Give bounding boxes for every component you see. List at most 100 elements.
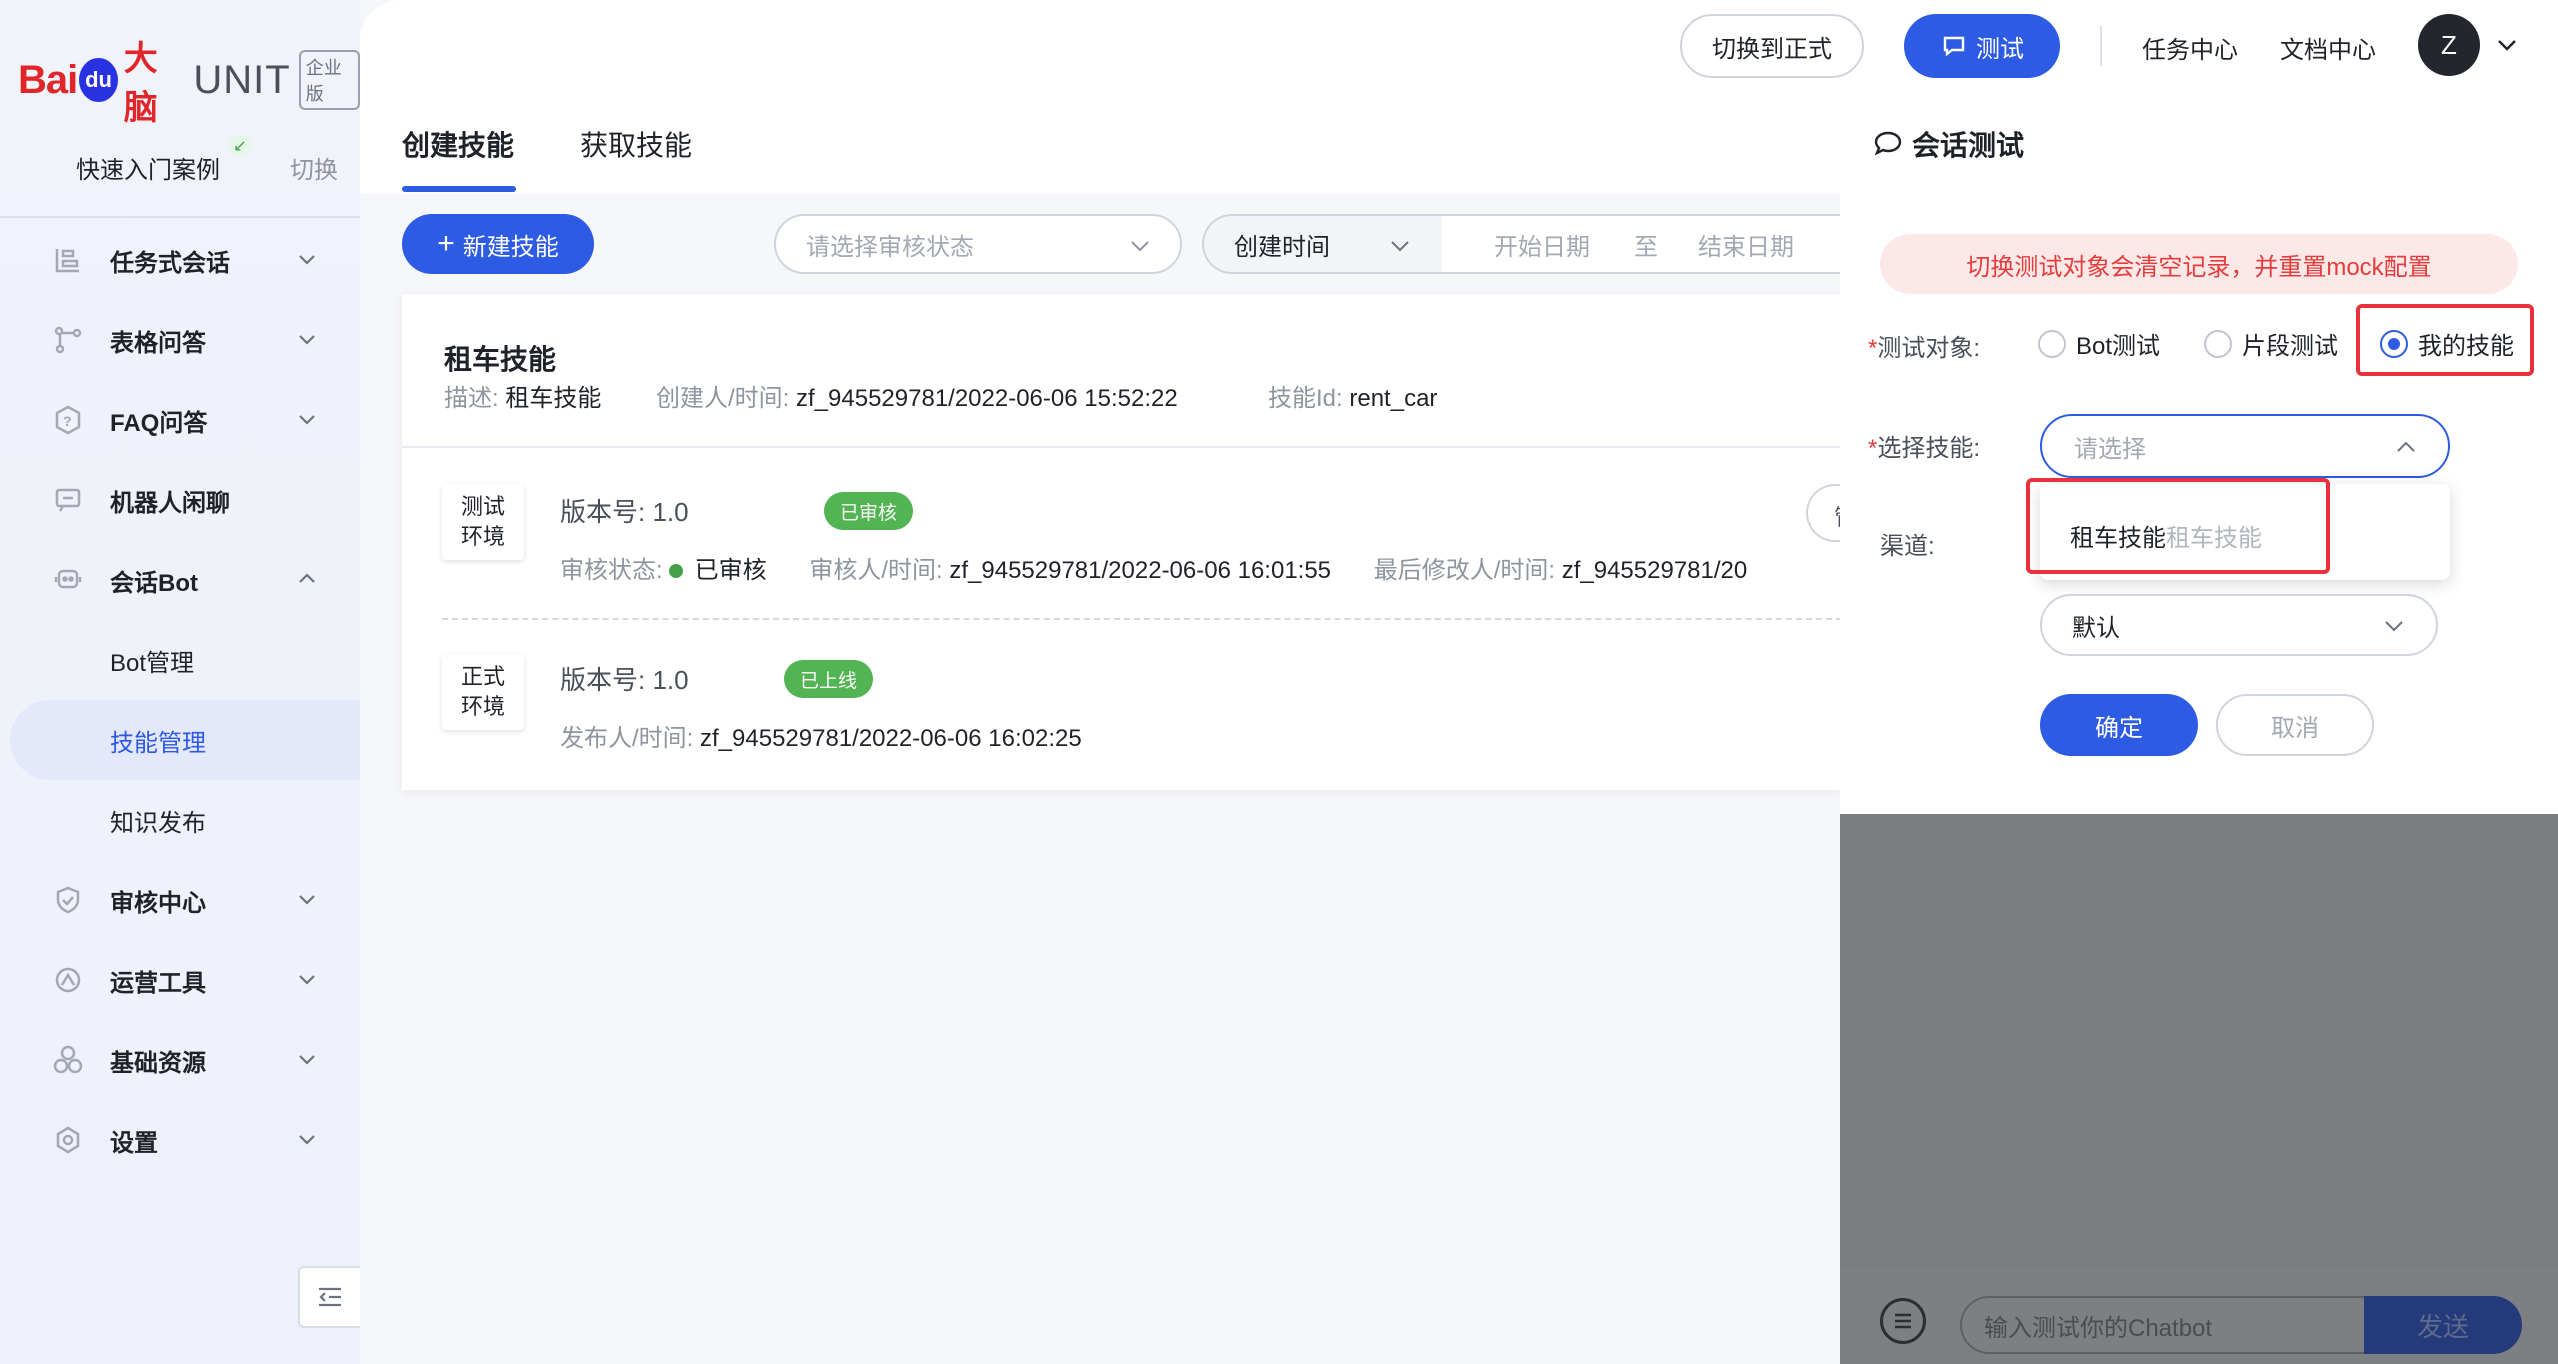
doc-center-link[interactable]: 文档中心 (2280, 30, 2376, 65)
radio-circle (2204, 329, 2232, 358)
sidebar-divider (0, 216, 360, 218)
channel-value: 默认 (2072, 614, 2120, 642)
creator-value: zf_945529781/2022-06-06 15:52:22 (796, 385, 1178, 412)
sidebar-subitem-skill-management[interactable]: 技能管理 (10, 700, 360, 780)
chevron-down-icon (299, 1055, 315, 1065)
sidebar-item-label: 表格问答 (110, 329, 206, 357)
version-label: 版本号: (560, 497, 646, 527)
table-qa-icon (48, 320, 88, 360)
creator-label: 创建人/时间: (656, 385, 790, 412)
publisher-label: 发布人/时间: (560, 725, 694, 752)
channel-select[interactable]: 默认 (2040, 594, 2438, 656)
sidebar-subitem-bot-management[interactable]: Bot管理 (0, 620, 360, 700)
chevron-down-icon (299, 415, 315, 425)
desc-value: 租车技能 (505, 385, 602, 412)
logo-unit: UNIT (193, 57, 291, 102)
chevron-up-icon (299, 573, 315, 583)
card-divider (402, 446, 1842, 448)
required-mark: * (1868, 435, 1878, 462)
sidebar-item-task-dialog[interactable]: 任务式会话 (0, 220, 360, 300)
resource-icon (48, 1040, 88, 1080)
formal-env-details: 发布人/时间: zf_945529781/2022-06-06 16:02:25 (560, 718, 1082, 753)
svg-text:?: ? (63, 413, 72, 429)
tab-create-skill[interactable]: 创建技能 (402, 124, 514, 164)
bot-icon (48, 560, 88, 600)
sidebar-item-label: 审核中心 (110, 889, 206, 917)
new-skill-label: 新建技能 (462, 233, 559, 261)
date-range-picker[interactable]: 开始日期 至 结束日期 (1442, 214, 1842, 274)
skill-name[interactable]: 租车技能 (444, 338, 556, 378)
radio-label: 片段测试 (2242, 333, 2338, 360)
time-type-select[interactable]: 创建时间 (1202, 214, 1442, 274)
quick-start-link[interactable]: 快速入门案例 (76, 150, 220, 185)
chevron-up-icon (2397, 441, 2415, 452)
radio-label: Bot测试 (2076, 333, 2161, 360)
radio-fragment-test[interactable]: 片段测试 (2204, 326, 2338, 361)
sidebar-item-review-center[interactable]: 审核中心 (0, 860, 360, 940)
new-skill-button[interactable]: + 新建技能 (402, 214, 594, 274)
chat-input[interactable]: 输入测试你的Chatbot (1960, 1296, 2366, 1354)
radio-bot-test[interactable]: Bot测试 (2038, 326, 2160, 361)
version-label: 版本号: (560, 665, 646, 695)
reviewer-label: 审核人/时间: (809, 557, 943, 584)
chevron-down-icon[interactable] (2494, 32, 2520, 58)
brand-logo[interactable]: Bai du 大脑 UNIT 企业版 (18, 40, 361, 127)
time-type-value: 创建时间 (1234, 233, 1330, 261)
skill-select-placeholder: 请选择 (2074, 435, 2146, 463)
review-status-select[interactable]: 请选择审核状态 (774, 214, 1182, 274)
chevron-down-icon (299, 975, 315, 985)
publisher-value: zf_945529781/2022-06-06 16:02:25 (700, 725, 1082, 752)
sidebar-subitem-knowledge-publish[interactable]: 知识发布 (0, 780, 360, 860)
logo-paw-icon: du (79, 58, 118, 102)
sidebar-item-bot[interactable]: 会话Bot (0, 540, 360, 620)
avatar[interactable]: Z (2418, 14, 2480, 76)
skill-id-label: 技能Id: (1268, 385, 1343, 412)
required-mark: * (1868, 335, 1878, 362)
start-date-input[interactable]: 开始日期 (1494, 227, 1590, 262)
skill-desc: 描述: 租车技能 (444, 378, 601, 413)
send-button[interactable]: 发送 (2364, 1296, 2522, 1354)
review-status-value: 已审核 (694, 557, 767, 584)
test-button[interactable]: 测试 (1904, 14, 2060, 78)
cancel-button[interactable]: 取消 (2216, 694, 2374, 756)
sidebar-item-label: 运营工具 (110, 969, 206, 997)
end-date-input[interactable]: 结束日期 (1698, 227, 1794, 262)
modifier-value: zf_945529781/20 (1561, 557, 1748, 584)
chevron-down-icon (1391, 241, 1409, 252)
sidebar-item-faq[interactable]: ? FAQ问答 (0, 380, 360, 460)
formal-env-tag: 正式 环境 (442, 654, 524, 730)
status-dot-icon (668, 563, 683, 578)
chat-menu-button[interactable] (1880, 1298, 1926, 1344)
skill-select[interactable]: 请选择 (2040, 414, 2450, 478)
switch-to-formal-button[interactable]: 切换到正式 (1680, 14, 1864, 78)
chevron-down-icon (299, 895, 315, 905)
sidebar-item-table-qa[interactable]: 表格问答 (0, 300, 360, 380)
sidebar-item-label: FAQ问答 (110, 409, 208, 437)
collapse-icon (319, 1287, 341, 1307)
sidebar-collapse-button[interactable] (298, 1266, 360, 1328)
logo-danao: 大脑 (123, 40, 158, 127)
sidebar-item-base-resources[interactable]: 基础资源 (0, 1020, 360, 1100)
skill-label-text: 选择技能: (1877, 435, 1981, 462)
sidebar-item-ops-tools[interactable]: 运营工具 (0, 940, 360, 1020)
chat-bubble-icon (1943, 36, 1965, 57)
chevron-down-icon (299, 335, 315, 345)
sidebar-item-settings[interactable]: 设置 (0, 1100, 360, 1180)
panel-title: 会话测试 (1872, 124, 2024, 164)
quick-start-arrow-icon: ↙ (228, 134, 252, 158)
switch-link[interactable]: 切换 (290, 150, 338, 185)
confirm-button[interactable]: 确定 (2040, 694, 2198, 756)
chevron-down-icon (299, 1135, 315, 1145)
tab-get-skill[interactable]: 获取技能 (580, 124, 692, 164)
sidebar-item-chitchat[interactable]: 机器人闲聊 (0, 460, 360, 540)
env-divider (442, 618, 1842, 620)
reviewed-badge: 已审核 (824, 492, 914, 530)
env-line: 测试 (460, 494, 505, 519)
task-dialog-icon (48, 240, 88, 280)
review-status-placeholder: 请选择审核状态 (806, 233, 974, 261)
panel-title-text: 会话测试 (1912, 130, 2025, 161)
menu-list-icon (1895, 1313, 1911, 1329)
settings-icon (48, 1120, 88, 1160)
task-center-link[interactable]: 任务中心 (2142, 30, 2238, 65)
env-line: 正式 (460, 664, 505, 689)
